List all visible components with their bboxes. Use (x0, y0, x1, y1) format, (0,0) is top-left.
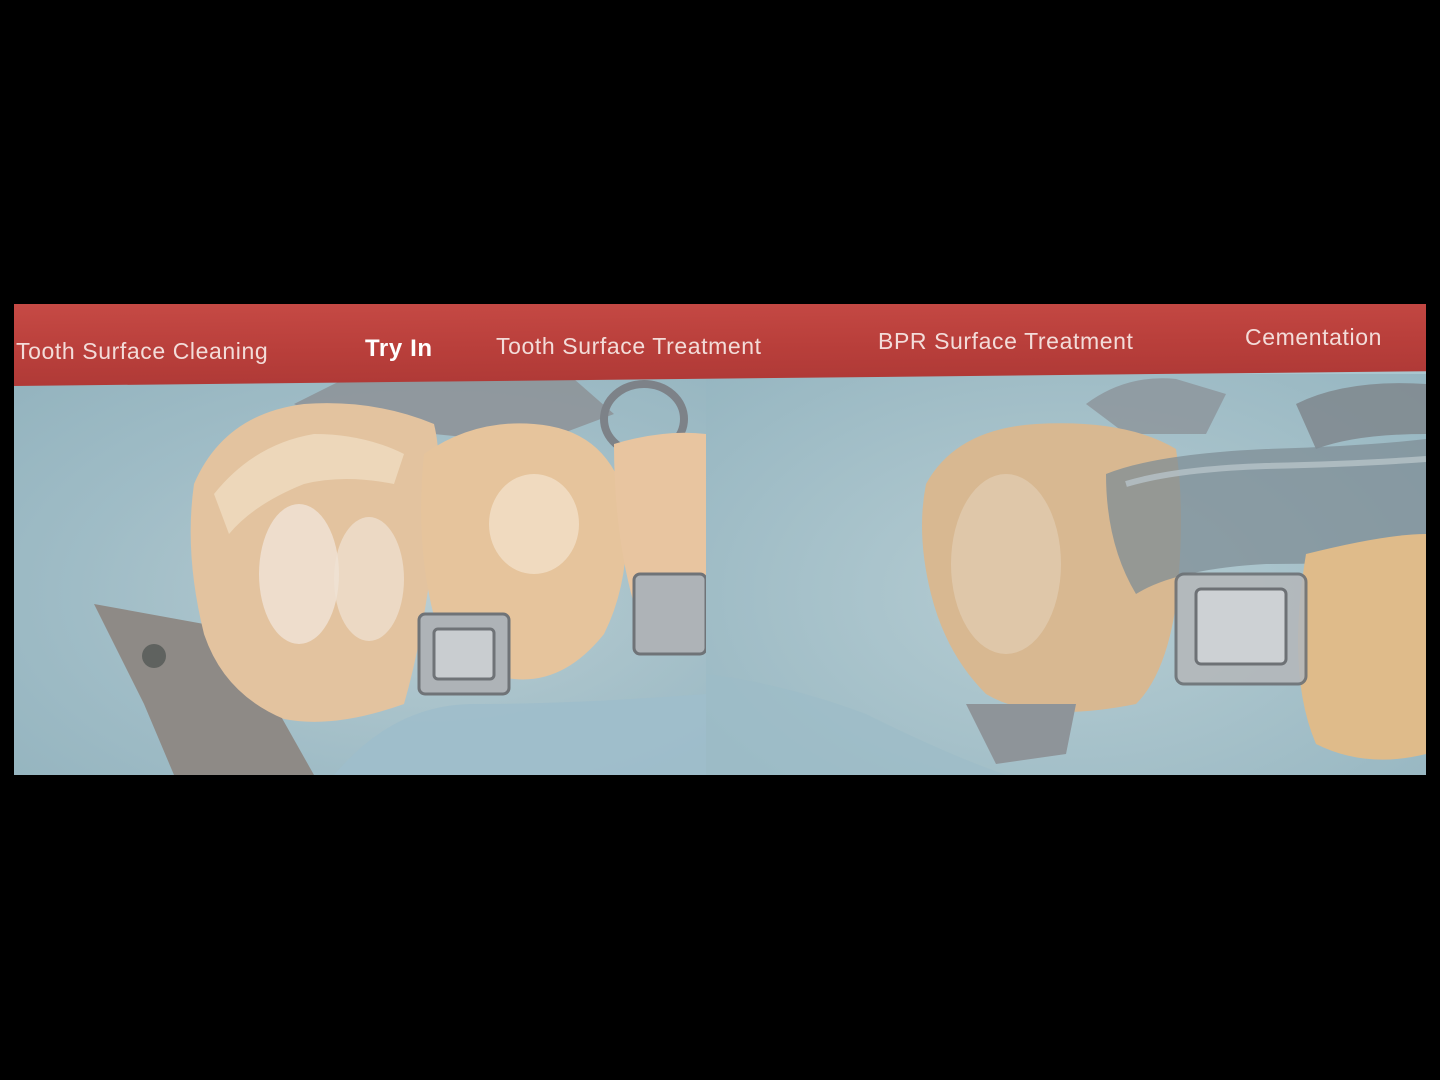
step-tooth-surface-treatment: Tooth Surface Treatment (496, 333, 762, 359)
step-try-in: Try In (365, 335, 433, 362)
step-cementation: Cementation (1245, 324, 1383, 350)
left-clinical-photo (14, 374, 706, 775)
right-clinical-photo (706, 374, 1426, 775)
step-bpr-surface-treatment: BPR Surface Treatment (878, 328, 1134, 354)
procedure-photo-strip: Tooth Surface Cleaning Try In Tooth Surf… (14, 304, 1426, 775)
step-tooth-surface-cleaning: Tooth Surface Cleaning (16, 338, 269, 364)
